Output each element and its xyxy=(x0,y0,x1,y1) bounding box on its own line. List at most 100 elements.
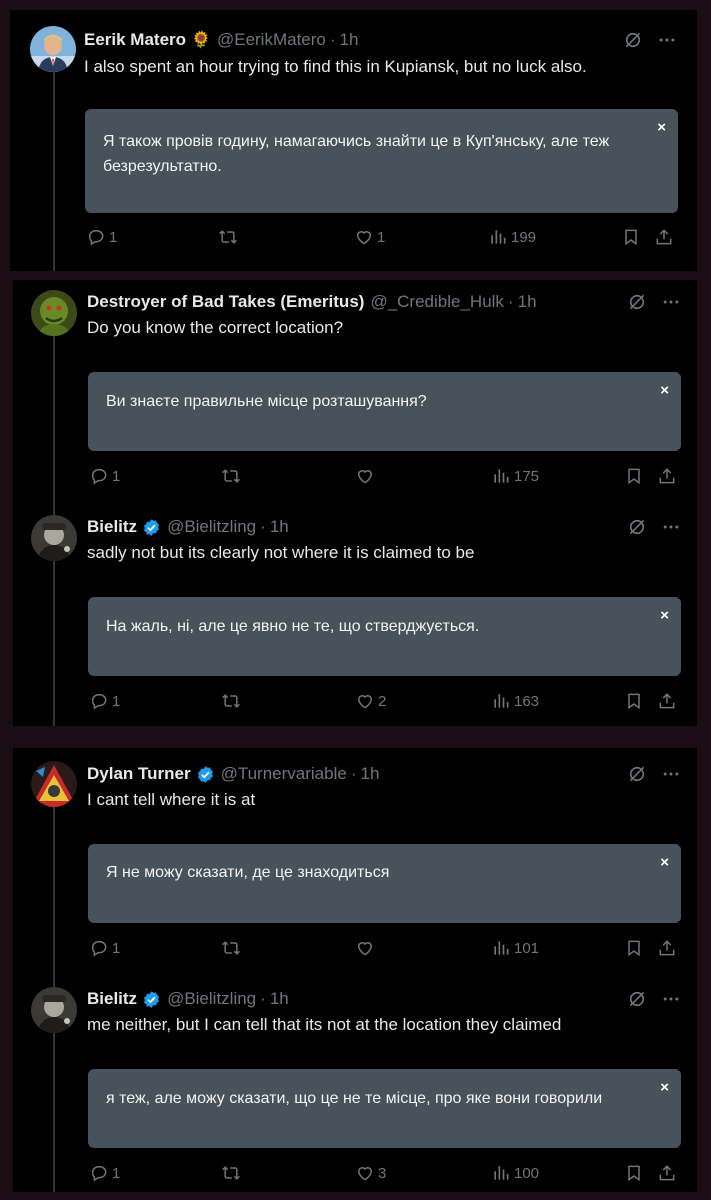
action-bar: 1 2 163 xyxy=(89,691,683,713)
display-name[interactable]: Bielitz xyxy=(87,517,137,537)
bookmark-button[interactable] xyxy=(624,691,644,711)
like-button[interactable]: 2 xyxy=(355,691,386,711)
share-button[interactable] xyxy=(657,1163,677,1183)
more-dots-icon[interactable] xyxy=(657,30,677,55)
bookmark-button[interactable] xyxy=(621,227,641,247)
bookmark-button[interactable] xyxy=(624,938,644,958)
views-bars-icon xyxy=(491,691,511,711)
retweet-icon xyxy=(221,938,241,958)
timestamp[interactable]: 1h xyxy=(340,30,359,50)
like-button[interactable]: 1 xyxy=(354,227,385,247)
retweet-button[interactable] xyxy=(221,938,244,958)
display-name[interactable]: Bielitz xyxy=(87,989,137,1009)
user-handle[interactable]: @Bielitzling xyxy=(167,517,256,537)
tweet[interactable]: Bielitz @Bielitzling · 1h me neither, bu… xyxy=(13,973,697,1192)
retweet-button[interactable] xyxy=(221,466,244,486)
close-icon[interactable]: × xyxy=(660,378,669,403)
header-icons xyxy=(627,517,681,542)
retweet-icon xyxy=(218,227,238,247)
reply-icon xyxy=(89,938,109,958)
bookmark-button[interactable] xyxy=(624,1163,644,1183)
more-dots-icon[interactable] xyxy=(661,517,681,542)
avatar[interactable] xyxy=(30,26,76,72)
grok-slash-icon[interactable] xyxy=(627,517,647,542)
reply-button[interactable]: 1 xyxy=(86,227,117,247)
tweet-header: Bielitz @Bielitzling · 1h xyxy=(87,517,289,537)
avatar[interactable] xyxy=(31,290,77,336)
avatar[interactable] xyxy=(31,761,77,807)
grok-slash-icon[interactable] xyxy=(627,292,647,317)
views-count: 163 xyxy=(514,692,540,710)
grok-slash-icon[interactable] xyxy=(627,764,647,789)
share-button[interactable] xyxy=(657,938,677,958)
display-name[interactable]: Dylan Turner xyxy=(87,764,191,784)
timestamp[interactable]: 1h xyxy=(361,764,380,784)
views-button[interactable]: 101 xyxy=(491,938,539,958)
views-count: 100 xyxy=(514,1164,540,1182)
tweet[interactable]: Eerik Matero 🌻 @EerikMatero · 1h I also … xyxy=(10,10,697,271)
bookmark-icon xyxy=(624,1163,644,1183)
timestamp[interactable]: 1h xyxy=(270,517,289,537)
translation-box: × Я також провів годину, намагаючись зна… xyxy=(85,109,678,213)
user-handle[interactable]: @Bielitzling xyxy=(167,989,256,1009)
views-bars-icon xyxy=(491,1163,511,1183)
user-handle[interactable]: @Turnervariable xyxy=(221,764,347,784)
share-button[interactable] xyxy=(657,466,677,486)
retweet-button[interactable] xyxy=(221,691,244,711)
heart-icon xyxy=(354,227,374,247)
close-icon[interactable]: × xyxy=(660,603,669,628)
bookmark-button[interactable] xyxy=(624,466,644,486)
views-button[interactable]: 100 xyxy=(491,1163,539,1183)
close-icon[interactable]: × xyxy=(660,850,669,875)
tweet-text: sadly not but its clearly not where it i… xyxy=(87,543,475,562)
close-icon[interactable]: × xyxy=(660,1075,669,1100)
thread-panel-3: Dylan Turner @Turnervariable · 1h I cant… xyxy=(13,748,697,1192)
views-bars-icon xyxy=(488,227,508,247)
views-button[interactable]: 199 xyxy=(488,227,536,247)
tweet[interactable]: Destroyer of Bad Takes (Emeritus) @_Cred… xyxy=(13,280,697,505)
like-button[interactable] xyxy=(355,938,378,958)
more-dots-icon[interactable] xyxy=(661,292,681,317)
more-dots-icon[interactable] xyxy=(661,764,681,789)
more-dots-icon[interactable] xyxy=(661,989,681,1014)
share-button[interactable] xyxy=(654,227,674,247)
verified-badge-icon xyxy=(142,518,161,537)
avatar[interactable] xyxy=(31,515,77,561)
bookmark-icon xyxy=(624,938,644,958)
retweet-button[interactable] xyxy=(221,1163,244,1183)
display-name[interactable]: Eerik Matero xyxy=(84,30,186,50)
retweet-button[interactable] xyxy=(218,227,241,247)
tweet[interactable]: Dylan Turner @Turnervariable · 1h I cant… xyxy=(13,748,697,973)
thread-panel-2: Destroyer of Bad Takes (Emeritus) @_Cred… xyxy=(13,280,697,726)
reply-button[interactable]: 1 xyxy=(89,938,120,958)
translation-text-line1: Я також провів годину, намагаючись знайт… xyxy=(103,133,610,150)
translation-text-line2: безрезультатно. xyxy=(103,158,222,175)
views-bars-icon xyxy=(491,938,511,958)
translation-text-line1: Я не можу сказати, де це знаходиться xyxy=(106,864,390,881)
views-button[interactable]: 175 xyxy=(491,466,539,486)
grok-slash-icon[interactable] xyxy=(623,30,643,55)
user-handle[interactable]: @_Credible_Hulk xyxy=(370,292,504,312)
reply-count: 1 xyxy=(112,467,121,485)
views-bars-icon xyxy=(491,466,511,486)
header-icons xyxy=(623,30,677,55)
avatar[interactable] xyxy=(31,987,77,1033)
reply-button[interactable]: 1 xyxy=(89,466,120,486)
reply-button[interactable]: 1 xyxy=(89,1163,120,1183)
like-button[interactable] xyxy=(355,466,378,486)
grok-slash-icon[interactable] xyxy=(627,989,647,1014)
bookmark-icon xyxy=(621,227,641,247)
reply-button[interactable]: 1 xyxy=(89,691,120,711)
views-button[interactable]: 163 xyxy=(491,691,539,711)
tweet[interactable]: Bielitz @Bielitzling · 1h sadly not but … xyxy=(13,505,697,726)
separator-dot: · xyxy=(329,30,336,49)
user-handle[interactable]: @EerikMatero xyxy=(217,30,326,50)
timestamp[interactable]: 1h xyxy=(518,292,537,312)
like-button[interactable]: 3 xyxy=(355,1163,386,1183)
display-name[interactable]: Destroyer of Bad Takes (Emeritus) xyxy=(87,292,364,312)
translation-text-line1: На жаль, ні, але це явно не те, що ствер… xyxy=(106,618,480,635)
share-icon xyxy=(657,691,677,711)
timestamp[interactable]: 1h xyxy=(270,989,289,1009)
close-icon[interactable]: × xyxy=(657,115,666,140)
share-button[interactable] xyxy=(657,691,677,711)
